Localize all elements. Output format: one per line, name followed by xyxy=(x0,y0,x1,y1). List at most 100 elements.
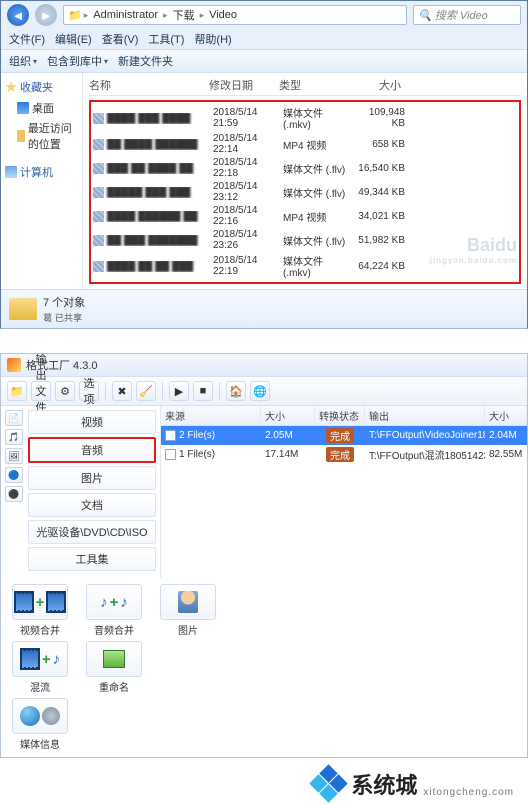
cat-document[interactable]: 文档 xyxy=(28,493,156,517)
tile-video-joiner[interactable]: + 视频合并 xyxy=(7,584,73,637)
shortcut-bar: 📄 🎵 🖼 🔵 ⚫ xyxy=(5,410,23,574)
col-size[interactable]: 大小 xyxy=(349,77,405,93)
cat-rom[interactable]: 光驱设备\DVD\CD\ISO xyxy=(28,520,156,544)
col-source[interactable]: 来源 xyxy=(161,406,261,425)
computer-header[interactable]: 计算机 xyxy=(5,164,78,180)
file-icon xyxy=(93,163,104,174)
file-row[interactable]: ████ ███ ████2018/5/14 21:59媒体文件 (.mkv)1… xyxy=(93,104,517,132)
sidebar-item-recent[interactable]: 最近访问的位置 xyxy=(5,118,78,154)
back-button[interactable]: ◄ xyxy=(7,4,29,26)
crumb[interactable]: Administrator xyxy=(90,9,161,21)
organize-button[interactable]: 组织 xyxy=(9,53,37,69)
column-headers: 名称 修改日期 类型 大小 xyxy=(89,77,521,96)
category-panel: 📄 🎵 🖼 🔵 ⚫ 视频 音频 图片 文档 光驱设备\DVD\CD\ISO 工具… xyxy=(1,406,161,578)
col-date[interactable]: 修改日期 xyxy=(209,77,279,93)
file-row[interactable]: ██ ████ ██████2018/5/14 22:14MP4 视频658 K… xyxy=(93,132,517,156)
tool-tiles: + 视频合并 ♪+♪ 音频合并 图片 +♪ 混流 重命名 xyxy=(1,578,527,757)
homepage-button[interactable]: 🏠 xyxy=(226,381,246,401)
ff-toolbar: 📁 输出文件夹 ⚙ 选项 ✖ 🧹 ▶ ■ 🏠 🌐 xyxy=(1,376,527,406)
menu-file[interactable]: 文件(F) xyxy=(9,31,45,47)
crumb[interactable]: Video xyxy=(206,9,240,21)
option-label[interactable]: 选项 xyxy=(79,381,99,401)
sidebar-item-desktop[interactable]: 桌面 xyxy=(5,98,78,118)
task-icon xyxy=(165,449,176,460)
file-row[interactable]: ████ ██████ ██2018/5/14 22:16MP4 视频34,02… xyxy=(93,204,517,228)
title-bar: 格式工厂 4.3.0 xyxy=(1,354,527,376)
crumb[interactable]: 下载 xyxy=(170,7,198,23)
computer-icon xyxy=(5,166,17,178)
tile-pic[interactable]: 图片 xyxy=(155,584,221,637)
language-button[interactable]: 🌐 xyxy=(250,381,270,401)
col-name[interactable]: 名称 xyxy=(89,77,209,93)
clear-button[interactable]: 🧹 xyxy=(136,381,156,401)
shortcut-icon[interactable]: 🖼 xyxy=(5,448,23,464)
favorites-header[interactable]: 收藏夹 xyxy=(5,79,78,95)
search-icon: 🔍 xyxy=(418,9,432,22)
cat-toolset[interactable]: 工具集 xyxy=(28,547,156,571)
file-icon xyxy=(93,113,104,124)
toolbar: 组织 包含到库中 新建文件夹 xyxy=(1,49,527,73)
format-factory-window: 格式工厂 4.3.0 📁 输出文件夹 ⚙ 选项 ✖ 🧹 ▶ ■ 🏠 🌐 📄 🎵 … xyxy=(0,353,528,758)
file-row[interactable]: ████ ██ ██ ███2018/5/14 22:19媒体文件 (.mkv)… xyxy=(93,252,517,280)
file-row[interactable]: ███ ██ ████ ██2018/5/14 22:18媒体文件 (.flv)… xyxy=(93,156,517,180)
explorer-window: ◄ ► 📁 ▸ Administrator▸ 下载▸ Video 🔍 搜索 Vi… xyxy=(0,0,528,329)
file-row[interactable]: █████ ███ ███2018/5/14 23:12媒体文件 (.flv)4… xyxy=(93,180,517,204)
col-osize[interactable]: 大小 xyxy=(485,406,527,425)
new-folder-button[interactable]: 新建文件夹 xyxy=(118,53,173,69)
output-folder-button[interactable]: 📁 xyxy=(7,381,27,401)
nav-bar: ◄ ► 📁 ▸ Administrator▸ 下载▸ Video 🔍 搜索 Vi… xyxy=(1,1,527,29)
task-icon xyxy=(165,430,176,441)
shortcut-icon[interactable]: 📄 xyxy=(5,410,23,426)
cat-video[interactable]: 视频 xyxy=(28,410,156,434)
address-bar[interactable]: 📁 ▸ Administrator▸ 下载▸ Video xyxy=(63,5,407,25)
menu-view[interactable]: 查看(V) xyxy=(102,31,139,47)
option-button[interactable]: ⚙ xyxy=(55,381,75,401)
menu-tools[interactable]: 工具(T) xyxy=(148,31,184,47)
output-folder-label[interactable]: 输出文件夹 xyxy=(31,381,51,401)
col-size[interactable]: 大小 xyxy=(261,406,315,425)
tile-audio-joiner[interactable]: ♪+♪ 音频合并 xyxy=(81,584,147,637)
status-bar: 7 个对象 葛 已共享 xyxy=(1,289,527,328)
menu-bar: 文件(F) 编辑(E) 查看(V) 工具(T) 帮助(H) xyxy=(1,29,527,49)
shortcut-icon[interactable]: ⚫ xyxy=(5,486,23,502)
cat-picture[interactable]: 图片 xyxy=(28,466,156,490)
brand-logo: 系统城 xitongcheng.com xyxy=(0,758,528,804)
include-in-library[interactable]: 包含到库中 xyxy=(47,53,108,69)
file-icon xyxy=(93,211,104,222)
search-box[interactable]: 🔍 搜索 Video xyxy=(413,5,521,25)
tile-rename[interactable]: 重命名 xyxy=(81,641,147,694)
menu-edit[interactable]: 编辑(E) xyxy=(55,31,92,47)
file-icon xyxy=(93,235,104,246)
sidebar: 收藏夹 桌面 最近访问的位置 计算机 xyxy=(1,73,83,289)
brand-mark-icon xyxy=(313,768,345,800)
file-icon xyxy=(93,261,104,272)
task-row[interactable]: 1 File(s) 17.14M 完成 T:\FFOutput\混流180514… xyxy=(161,445,527,464)
status-count: 7 个对象 xyxy=(43,294,85,310)
folder-icon xyxy=(17,130,25,142)
forward-button[interactable]: ► xyxy=(35,4,57,26)
task-columns: 来源 大小 转换状态 输出 大小 xyxy=(161,406,527,426)
tile-media-info[interactable]: 媒体信息 xyxy=(7,698,73,751)
status-shared: 葛 已共享 xyxy=(43,313,82,323)
task-panel: 来源 大小 转换状态 输出 大小 2 File(s) 2.05M 完成 T:\F… xyxy=(161,406,527,578)
file-list: 名称 修改日期 类型 大小 ████ ███ ████2018/5/14 21:… xyxy=(83,73,527,289)
file-row[interactable]: ██ ███ ███████2018/5/14 23:26媒体文件 (.flv)… xyxy=(93,228,517,252)
folder-icon: 📁 xyxy=(68,9,82,22)
folder-big-icon xyxy=(9,298,37,320)
start-button[interactable]: ▶ xyxy=(169,381,189,401)
task-row[interactable]: 2 File(s) 2.05M 完成 T:\FFOutput\VideoJoin… xyxy=(161,426,527,445)
remove-button[interactable]: ✖ xyxy=(112,381,132,401)
shortcut-icon[interactable]: 🔵 xyxy=(5,467,23,483)
brand-domain: xitongcheng.com xyxy=(423,787,514,798)
cat-audio[interactable]: 音频 xyxy=(28,437,156,463)
col-type[interactable]: 类型 xyxy=(279,77,349,93)
col-output[interactable]: 输出 xyxy=(365,406,485,425)
col-status[interactable]: 转换状态 xyxy=(315,406,365,425)
stop-button[interactable]: ■ xyxy=(193,381,213,401)
tile-mux[interactable]: +♪ 混流 xyxy=(7,641,73,694)
shortcut-icon[interactable]: 🎵 xyxy=(5,429,23,445)
file-rows-highlight: ████ ███ ████2018/5/14 21:59媒体文件 (.mkv)1… xyxy=(89,100,521,284)
menu-help[interactable]: 帮助(H) xyxy=(194,31,231,47)
brand-name: 系统城 xyxy=(351,768,417,800)
file-icon xyxy=(93,187,104,198)
